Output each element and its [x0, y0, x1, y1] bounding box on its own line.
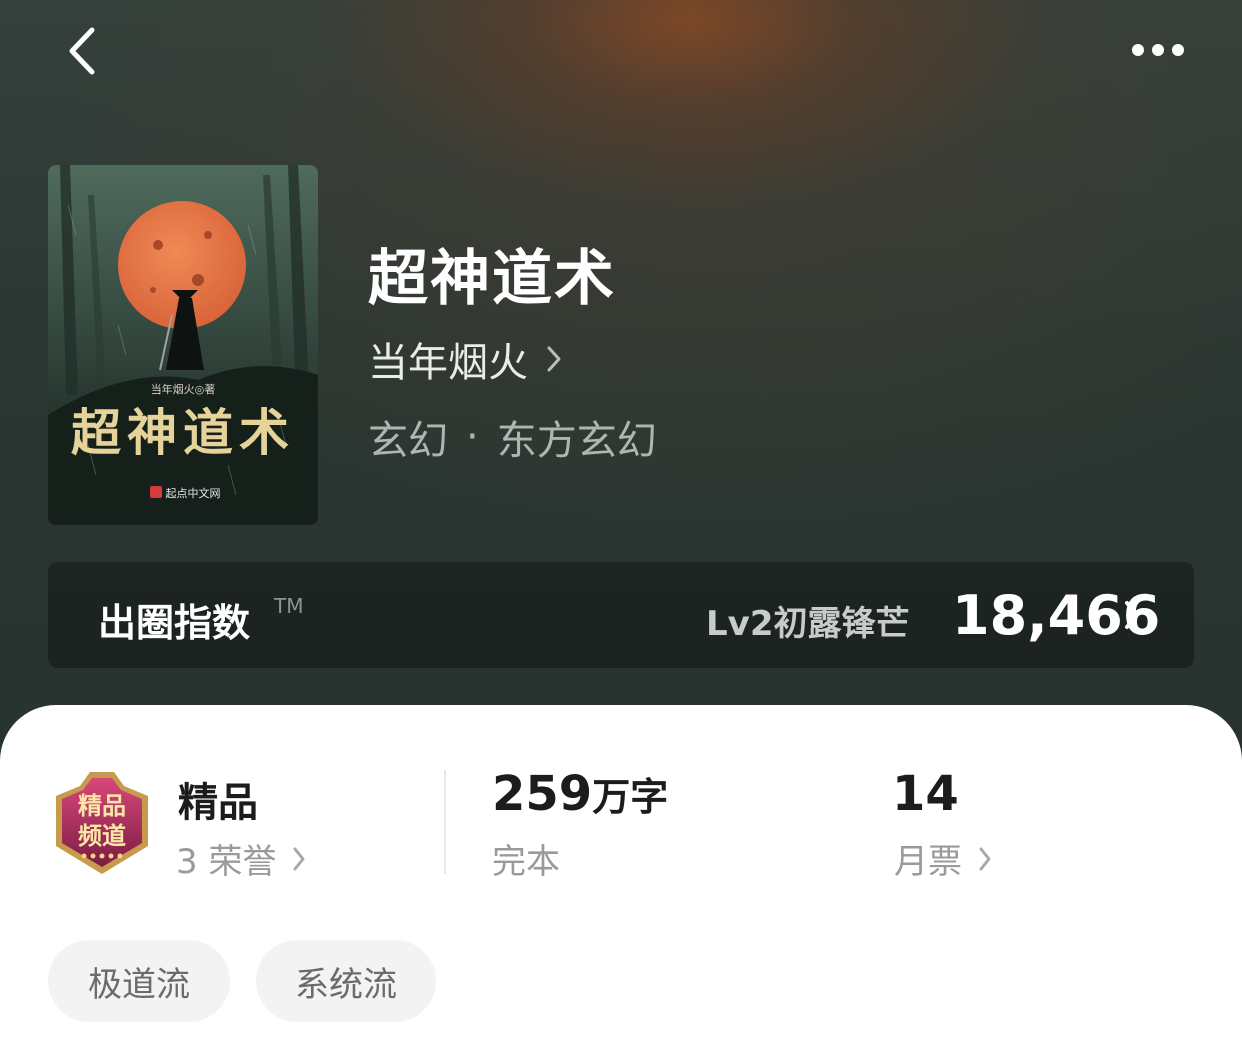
genre-main[interactable]: 玄幻: [368, 408, 448, 466]
monthly-votes-value: 14: [892, 766, 959, 822]
index-level: Lv2初露锋芒: [706, 604, 910, 644]
quality-label: 精品: [178, 780, 258, 826]
chevron-right-icon: [1125, 601, 1139, 629]
completion-status: 完本: [492, 842, 560, 882]
popularity-index-bar[interactable]: 出圈指数 TM Lv2初露锋芒 18,466: [48, 562, 1194, 668]
tag-chip[interactable]: 系统流: [256, 940, 436, 1022]
chevron-left-icon: [69, 27, 95, 75]
premium-channel-badge-icon[interactable]: 精品 频道: [50, 768, 154, 878]
chevron-right-icon: [979, 847, 991, 870]
book-title: 超神道术: [368, 244, 616, 314]
book-header: 当年烟火◎著 超神道术 起点中文网 超神道术 当年烟火 玄幻 · 东方玄幻 出圈…: [0, 0, 1242, 760]
genre-separator: ·: [466, 414, 479, 460]
honors-link[interactable]: 3 荣誉: [176, 834, 306, 883]
cover-publisher: 起点中文网: [166, 486, 221, 500]
author-link[interactable]: 当年烟火: [368, 330, 562, 388]
genre-sub[interactable]: 东方玄幻: [497, 408, 657, 466]
more-button[interactable]: [1122, 30, 1194, 70]
chevron-right-icon: [547, 346, 561, 372]
cover-author-line: 当年烟火◎著: [151, 382, 216, 396]
word-count-value: 259: [492, 766, 593, 822]
chevron-right-icon: [293, 847, 305, 870]
book-cover[interactable]: 当年烟火◎著 超神道术 起点中文网: [48, 165, 318, 525]
word-count: 259万字: [492, 766, 668, 822]
tag-chip[interactable]: 极道流: [48, 940, 230, 1022]
back-button[interactable]: [60, 24, 116, 80]
badge-text-top: 精品: [78, 791, 126, 820]
monthly-votes-label: 月票: [894, 842, 962, 882]
monthly-votes-link[interactable]: 月票: [894, 834, 992, 883]
word-count-unit: 万字: [592, 775, 669, 819]
badge-text-bottom: 频道: [78, 821, 126, 850]
cover-title-calligraphy: 超神道术: [71, 403, 295, 462]
stats-divider: [444, 770, 446, 874]
trademark-mark: TM: [274, 594, 304, 618]
index-label: 出圈指数: [98, 601, 251, 645]
author-name: 当年烟火: [368, 340, 528, 386]
honors-count: 3 荣誉: [176, 842, 277, 882]
genre-line: 玄幻 · 东方玄幻: [368, 408, 657, 466]
more-dots-icon: [1132, 44, 1184, 56]
book-cover-art: 当年烟火◎著 超神道术 起点中文网: [48, 165, 318, 525]
